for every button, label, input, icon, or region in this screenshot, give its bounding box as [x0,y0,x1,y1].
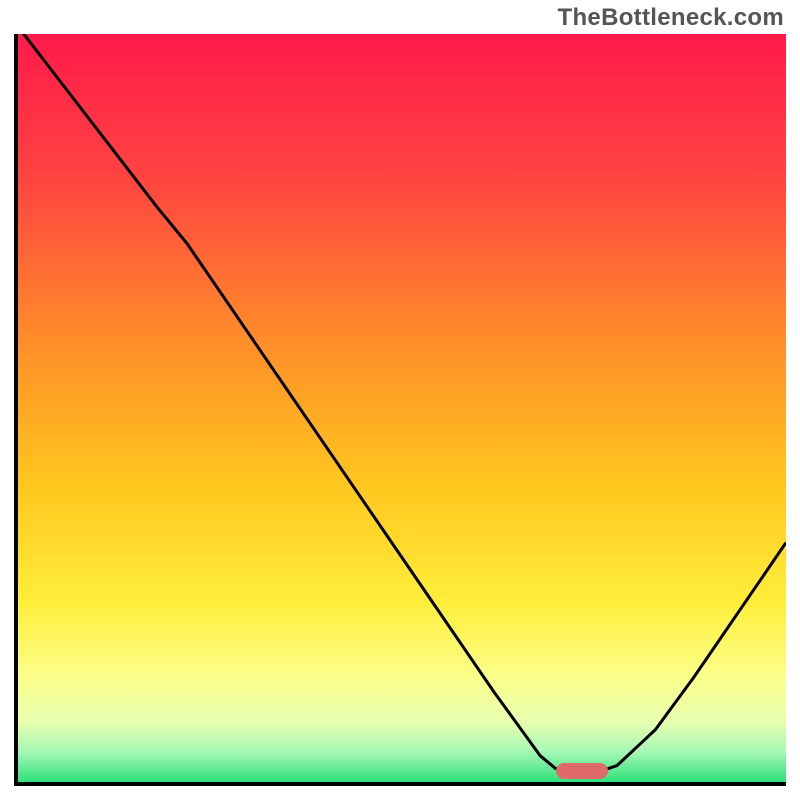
optimal-range-marker [556,763,608,779]
watermark-text: TheBottleneck.com [558,4,784,32]
bottleneck-curve [18,34,786,782]
chart-container: TheBottleneck.com [0,0,800,800]
plot-area [14,34,786,786]
